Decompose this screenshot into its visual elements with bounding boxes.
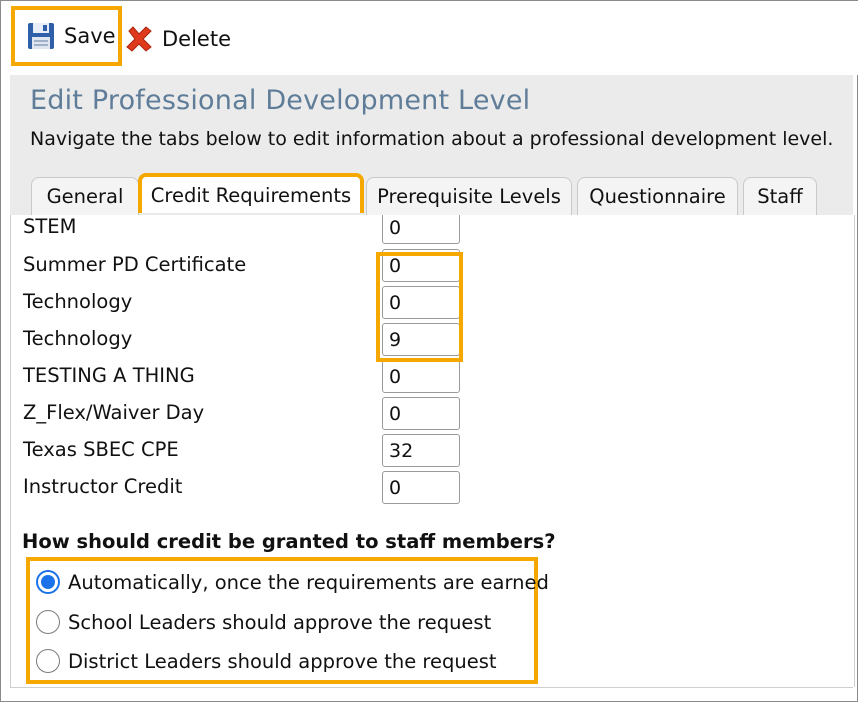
tab-label: General [46,185,124,208]
credit-row: Technology [23,323,483,357]
credit-row: Technology [23,286,483,320]
page-description: Navigate the tabs below to edit informat… [30,128,834,150]
grant-options-group: Automatically, once the requirements are… [26,557,549,684]
credit-label: Summer PD Certificate [23,253,247,276]
credit-row: Summer PD Certificate [23,249,483,283]
credit-row: Texas SBEC CPE [23,434,483,468]
tab-credit-requirements[interactable]: Credit Requirements [138,173,364,213]
tab-questionnaire[interactable]: Questionnaire [577,177,738,215]
credit-row: Instructor Credit [23,471,483,505]
grant-option-automatic[interactable]: Automatically, once the requirements are… [36,567,549,597]
credit-input[interactable] [382,434,460,467]
delete-label: Delete [162,27,231,51]
credit-label: Instructor Credit [23,475,183,498]
credit-row: TESTING A THING [23,360,483,394]
tab-prerequisite-levels[interactable]: Prerequisite Levels [366,177,572,215]
radio-button[interactable] [36,649,60,673]
credit-input[interactable] [382,323,460,356]
toolbar: Save Delete [1,1,859,75]
header-panel: Edit Professional Development Level Navi… [10,75,853,215]
credit-label: Texas SBEC CPE [23,438,179,461]
credit-label: Technology [23,327,133,350]
tab-label: Prerequisite Levels [377,185,561,208]
save-label: Save [64,24,116,48]
red-x-icon [125,25,153,53]
credit-input[interactable] [382,471,460,504]
credit-input[interactable] [382,215,460,244]
radio-button-selected[interactable] [36,570,60,594]
grant-question: How should credit be granted to staff me… [22,530,556,553]
panel-bottom-border [10,687,853,688]
tab-label: Staff [757,185,803,208]
grant-option-label: District Leaders should approve the requ… [68,649,497,673]
tab-staff[interactable]: Staff [743,177,817,215]
page-title: Edit Professional Development Level [30,85,531,116]
credit-label: Z_Flex/Waiver Day [23,401,205,424]
credit-row: Z_Flex/Waiver Day [23,397,483,431]
tab-label: Questionnaire [589,185,726,208]
grant-option-label: Automatically, once the requirements are… [68,570,549,594]
save-button[interactable]: Save [11,6,122,66]
credit-input[interactable] [382,397,460,430]
credit-label: TESTING A THING [23,364,195,387]
credit-input[interactable] [382,360,460,393]
tab-general[interactable]: General [31,177,139,215]
tab-label: Credit Requirements [150,183,352,207]
delete-button[interactable]: Delete [125,11,231,67]
credit-input[interactable] [382,286,460,319]
credit-label: STEM [23,215,77,238]
credit-label: Technology [23,290,133,313]
credit-input[interactable] [382,249,460,282]
floppy-disk-icon [27,22,55,50]
grant-option-district-leaders[interactable]: District Leaders should approve the requ… [36,646,497,676]
grant-option-label: School Leaders should approve the reques… [68,610,492,634]
credit-row: STEM [23,215,483,245]
radio-button[interactable] [36,610,60,634]
grant-option-school-leaders[interactable]: School Leaders should approve the reques… [36,607,491,637]
